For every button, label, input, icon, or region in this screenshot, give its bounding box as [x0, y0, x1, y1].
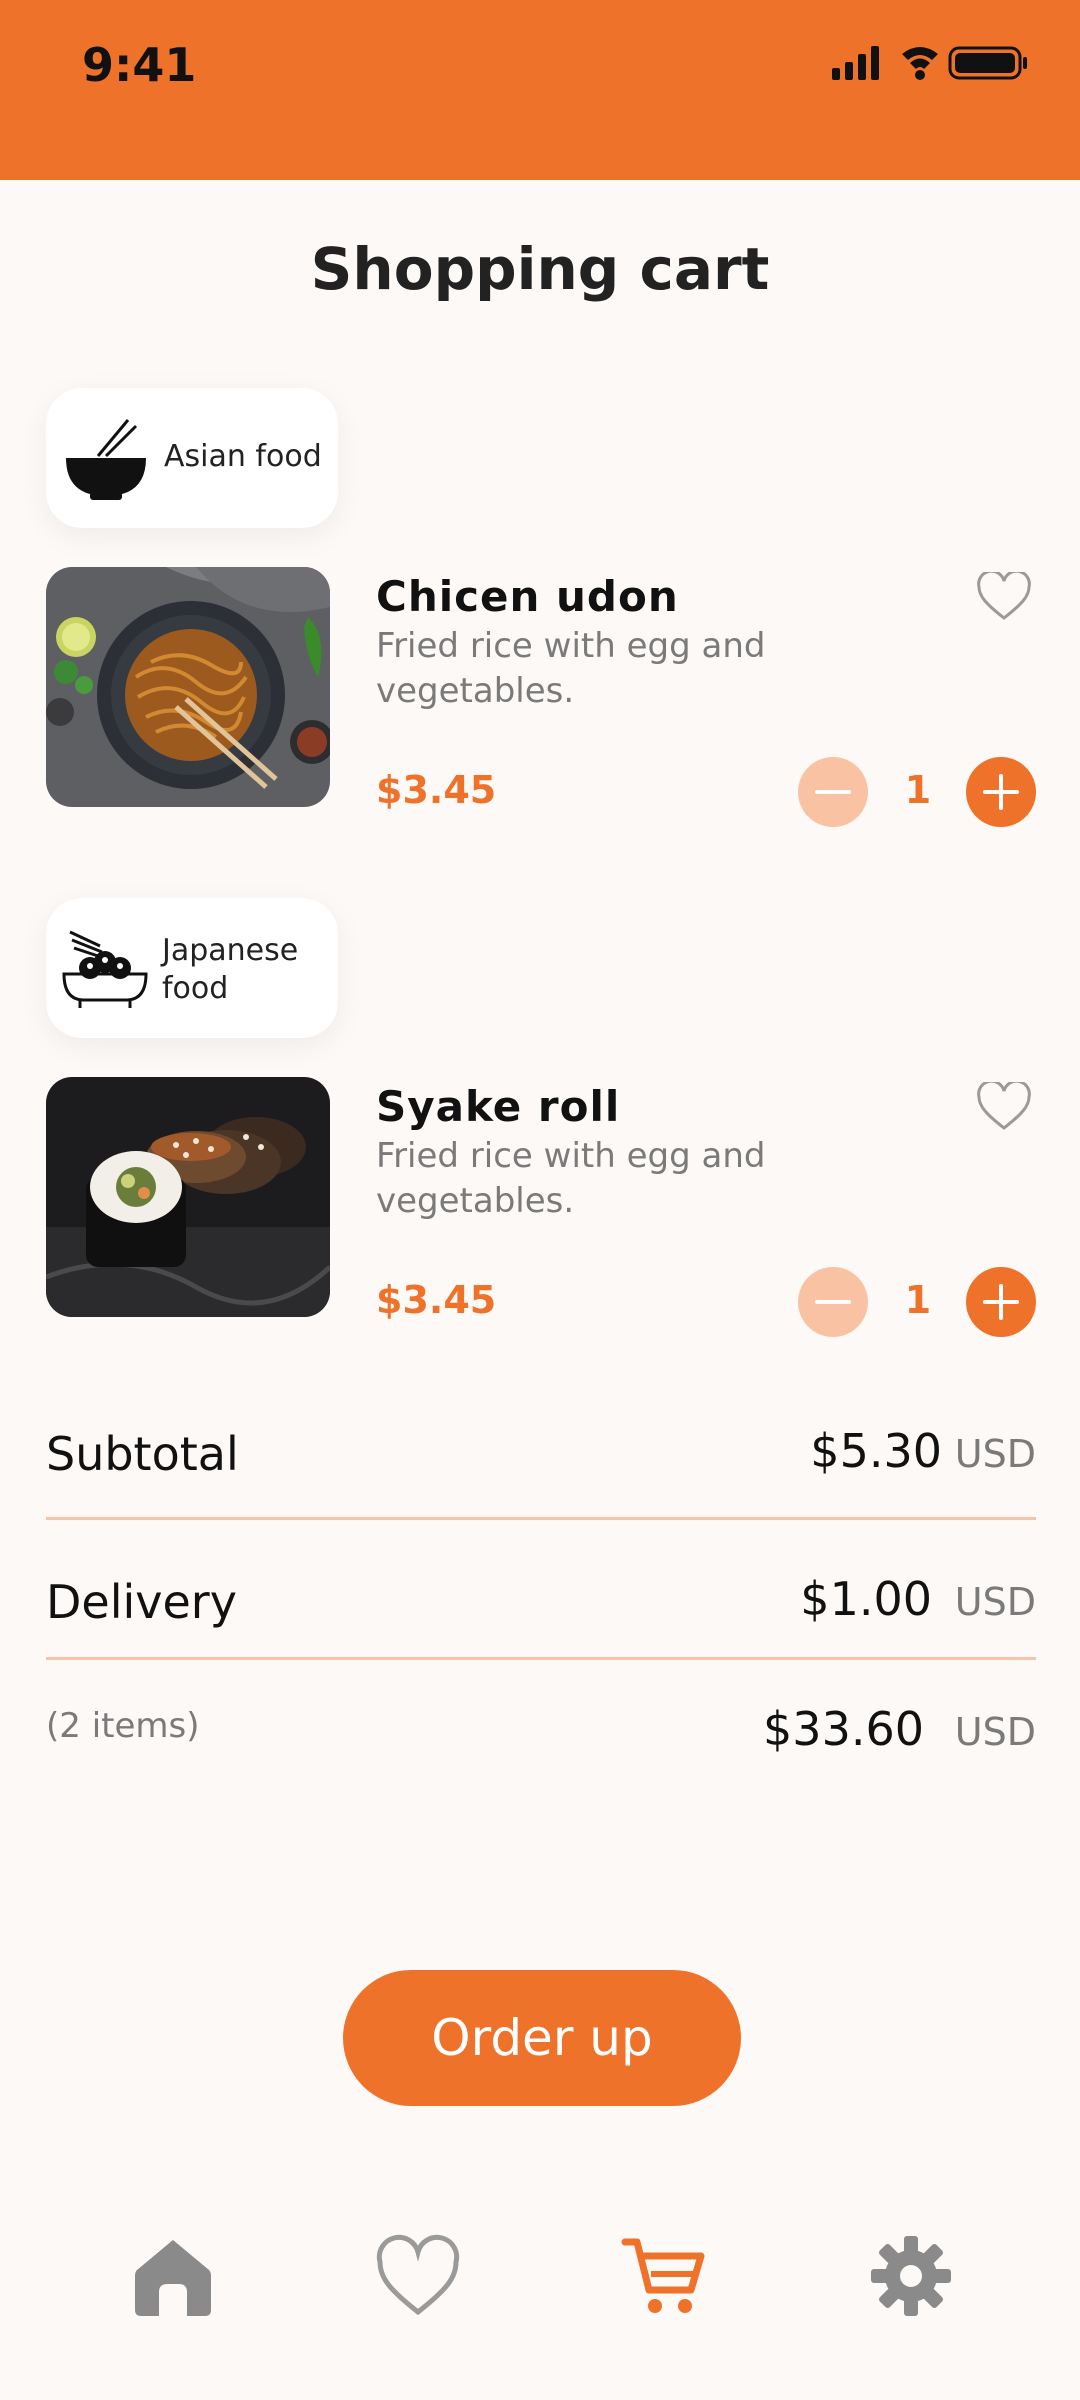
increase-quantity-button[interactable]: [966, 757, 1036, 827]
total-value: $33.60: [763, 1702, 924, 1756]
total-unit: USD: [954, 1710, 1036, 1754]
page-title: Shopping cart: [310, 235, 770, 303]
category-tag-asian[interactable]: Asian food: [46, 388, 338, 528]
item-price: $3.45: [376, 1278, 497, 1322]
divider: [46, 1517, 1036, 1520]
increase-quantity-button[interactable]: [966, 1267, 1036, 1337]
category-label-line1: Japanese: [162, 933, 299, 968]
delivery-label: Delivery: [46, 1575, 237, 1629]
category-tag-japanese[interactable]: Japanese food: [46, 898, 338, 1038]
favorite-heart-icon[interactable]: [976, 572, 1032, 622]
item-name: Chicen udon: [376, 572, 679, 621]
sushi-bowl-icon: [62, 930, 148, 1008]
status-icons: [832, 46, 1027, 80]
item-description: Fried rice with egg and vegetables.: [376, 1136, 766, 1221]
decrease-quantity-button[interactable]: [798, 757, 868, 827]
wifi-icon: [902, 47, 938, 80]
category-label-line2: food: [162, 971, 229, 1006]
home-icon[interactable]: [131, 2234, 215, 2318]
heart-icon[interactable]: [376, 2234, 460, 2318]
divider: [46, 1657, 1036, 1660]
item-name: Syake roll: [376, 1082, 621, 1131]
item-image-udon: [46, 567, 330, 807]
item-price: $3.45: [376, 768, 497, 812]
decrease-quantity-button[interactable]: [798, 1267, 868, 1337]
favorite-heart-icon[interactable]: [976, 1082, 1032, 1132]
status-time: 9:41: [82, 38, 197, 92]
items-count-label: (2 items): [46, 1706, 200, 1746]
battery-icon: [948, 46, 1027, 80]
signal-icon: [832, 46, 879, 80]
delivery-unit: USD: [954, 1580, 1036, 1624]
delivery-value: $1.00: [800, 1572, 932, 1626]
item-image-sushi: [46, 1077, 330, 1317]
subtotal-value: $5.30: [810, 1424, 942, 1478]
item-description: Fried rice with egg and vegetables.: [376, 626, 766, 711]
cart-icon[interactable]: [621, 2234, 705, 2318]
bowl-chopsticks-icon: [66, 419, 146, 500]
subtotal-label: Subtotal: [46, 1427, 239, 1481]
quantity-value: 1: [904, 768, 932, 812]
quantity-value: 1: [904, 1278, 932, 1322]
subtotal-unit: USD: [954, 1432, 1036, 1476]
gear-icon[interactable]: [869, 2234, 953, 2318]
category-label: Asian food: [164, 439, 322, 474]
status-bar: 9:41: [0, 0, 1080, 180]
order-up-button[interactable]: Order up: [343, 1970, 741, 2106]
